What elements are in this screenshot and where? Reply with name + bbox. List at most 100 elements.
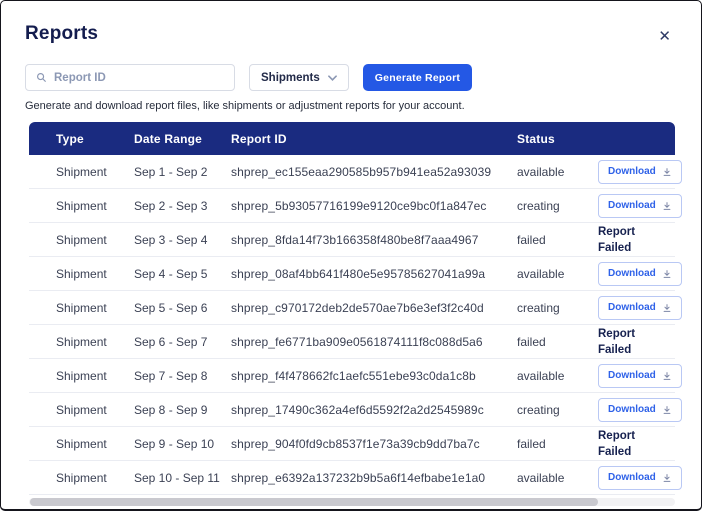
cell-type: Shipment	[56, 470, 107, 485]
cell-date-range: Sep 1 - Sep 2	[134, 164, 208, 179]
cell-status: failed	[517, 232, 546, 247]
cell-date-range: Sep 10 - Sep 11	[134, 470, 220, 485]
report-type-select[interactable]: Shipments	[249, 64, 349, 91]
close-icon[interactable]: ✕	[654, 25, 675, 48]
table-row: Shipment Sep 9 - Sep 10 shprep_904f0fd9c…	[29, 427, 675, 461]
cell-status: available	[517, 368, 565, 383]
cell-action: Report Failed	[598, 224, 675, 256]
column-header-status: Status	[517, 131, 555, 146]
download-button-label: Download	[608, 200, 656, 211]
download-button[interactable]: Download	[598, 397, 682, 422]
table-row: Shipment Sep 6 - Sep 7 shprep_fe6771ba90…	[29, 325, 675, 359]
column-header-date-range: Date Range	[134, 131, 203, 146]
generate-report-button[interactable]: Generate Report	[362, 64, 473, 91]
controls-row: Shipments Generate Report	[1, 48, 701, 91]
download-button-label: Download	[608, 166, 656, 177]
report-failed-label: Report Failed	[598, 429, 636, 458]
cell-date-range: Sep 3 - Sep 4	[134, 232, 208, 247]
cell-action: Download	[598, 295, 682, 320]
cell-report-id: shprep_fe6771ba909e0561874111f8c088d5a6	[231, 334, 483, 349]
download-icon	[662, 405, 672, 415]
cell-action: Download	[598, 159, 682, 184]
cell-type: Shipment	[56, 164, 107, 179]
cell-date-range: Sep 5 - Sep 6	[134, 300, 208, 315]
cell-status: creating	[517, 300, 560, 315]
download-button[interactable]: Download	[598, 193, 682, 218]
search-input[interactable]	[54, 71, 224, 84]
download-button-label: Download	[608, 302, 656, 313]
table-row: Shipment Sep 7 - Sep 8 shprep_f4f478662f…	[29, 359, 682, 393]
download-button[interactable]: Download	[598, 363, 682, 388]
horizontal-scrollbar[interactable]	[29, 498, 675, 506]
column-header-type: Type	[56, 131, 84, 146]
cell-report-id: shprep_5b93057716199e9120ce9bc0f1a847ec	[231, 198, 487, 213]
download-button[interactable]: Download	[598, 295, 682, 320]
cell-report-id: shprep_ec155eaa290585b957b941ea52a93039	[231, 164, 492, 179]
report-failed-label: Report Failed	[598, 327, 636, 356]
cell-action: Report Failed	[598, 428, 675, 460]
cell-type: Shipment	[56, 436, 107, 451]
table-row: Shipment Sep 10 - Sep 11 shprep_e6392a13…	[29, 461, 682, 495]
modal-header: Reports ✕	[1, 1, 701, 48]
description-text: Generate and download report files, like…	[25, 100, 465, 112]
download-button-label: Download	[608, 268, 656, 279]
report-id-search[interactable]	[25, 64, 235, 91]
cell-action: Download	[598, 465, 682, 490]
cell-report-id: shprep_17490c362a4ef6d5592f2a2d2545989c	[231, 402, 484, 417]
table-row: Shipment Sep 8 - Sep 9 shprep_17490c362a…	[29, 393, 682, 427]
cell-action: Download	[598, 193, 682, 218]
cell-date-range: Sep 8 - Sep 9	[134, 402, 208, 417]
table-row: Shipment Sep 3 - Sep 4 shprep_8fda14f73b…	[29, 223, 675, 257]
download-button-label: Download	[608, 472, 656, 483]
cell-status: available	[517, 470, 565, 485]
search-icon	[36, 72, 47, 83]
scrollbar-thumb[interactable]	[30, 498, 599, 506]
cell-report-id: shprep_f4f478662fc1aefc551ebe93c0da1c8b	[231, 368, 476, 383]
page-title: Reports	[25, 23, 99, 44]
column-header-report-id: Report ID	[231, 131, 287, 146]
cell-status: creating	[517, 402, 560, 417]
chevron-down-icon	[327, 74, 337, 81]
cell-type: Shipment	[56, 232, 107, 247]
download-icon	[662, 269, 672, 279]
cell-report-id: shprep_c970172deb2de570ae7b6e3ef3f2c40d	[231, 300, 484, 315]
download-icon	[662, 201, 672, 211]
cell-status: failed	[517, 334, 546, 349]
cell-action: Report Failed	[598, 326, 675, 358]
download-button[interactable]: Download	[598, 261, 682, 286]
download-button-label: Download	[608, 404, 656, 415]
cell-status: available	[517, 266, 565, 281]
table-row: Shipment Sep 5 - Sep 6 shprep_c970172deb…	[29, 291, 682, 325]
cell-report-id: shprep_e6392a137232b9b5a6f14efbabe1e1a0	[231, 470, 486, 485]
cell-status: available	[517, 164, 565, 179]
cell-status: creating	[517, 198, 560, 213]
cell-date-range: Sep 2 - Sep 3	[134, 198, 208, 213]
cell-date-range: Sep 7 - Sep 8	[134, 368, 208, 383]
download-icon	[662, 473, 672, 483]
download-button[interactable]: Download	[598, 159, 682, 184]
cell-action: Download	[598, 397, 682, 422]
download-icon	[662, 371, 672, 381]
table-body: Shipment Sep 1 - Sep 2 shprep_ec155eaa29…	[29, 155, 682, 495]
table-row: Shipment Sep 4 - Sep 5 shprep_08af4bb641…	[29, 257, 682, 291]
reports-table: Type Date Range Report ID Status Shipmen…	[29, 122, 682, 506]
cell-date-range: Sep 6 - Sep 7	[134, 334, 208, 349]
cell-report-id: shprep_08af4bb641f480e5e95785627041a99a	[231, 266, 486, 281]
reports-modal: Reports ✕ Shipments Generate Report Gene…	[0, 0, 702, 511]
cell-status: failed	[517, 436, 546, 451]
select-value: Shipments	[261, 71, 320, 84]
cell-type: Shipment	[56, 300, 107, 315]
cell-type: Shipment	[56, 266, 107, 281]
download-button[interactable]: Download	[598, 465, 682, 490]
download-button-label: Download	[608, 370, 656, 381]
report-failed-label: Report Failed	[598, 225, 636, 254]
cell-type: Shipment	[56, 368, 107, 383]
cell-type: Shipment	[56, 402, 107, 417]
cell-report-id: shprep_8fda14f73b166358f480be8f7aaa4967	[231, 232, 479, 247]
cell-type: Shipment	[56, 334, 107, 349]
download-icon	[662, 303, 672, 313]
cell-date-range: Sep 9 - Sep 10	[134, 436, 215, 451]
cell-action: Download	[598, 363, 682, 388]
cell-action: Download	[598, 261, 682, 286]
cell-report-id: shprep_904f0fd9cb8537f1e73a39cb9dd7ba7c	[231, 436, 480, 451]
